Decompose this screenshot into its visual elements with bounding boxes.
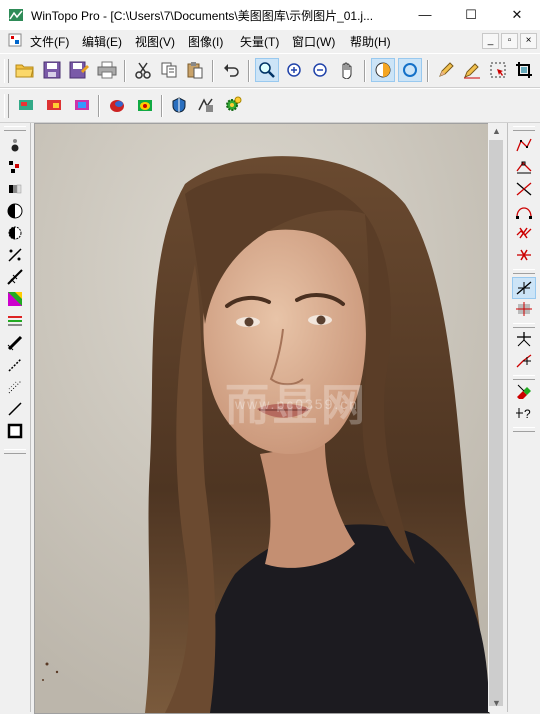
window-title: WinTopo Pro - [C:\Users\7\Documents\美图图库… [31,9,374,23]
color-map-icon[interactable] [4,289,26,309]
zoom-icon[interactable] [255,58,279,82]
delete-line-icon[interactable] [513,223,535,243]
toolbar-grip[interactable] [4,126,26,131]
toolbar-separator [427,60,429,82]
color-fill-icon[interactable] [133,93,157,117]
contrast-icon[interactable] [4,201,26,221]
diagonal-tool-icon[interactable] [4,267,26,287]
vectorize-icon[interactable] [194,93,218,117]
thin-icon[interactable] [167,93,191,117]
app-icon [9,9,23,21]
help-node-icon[interactable]: ? [513,403,535,423]
eraser-pencil-icon[interactable] [460,58,484,82]
toolbar-separator [364,60,366,82]
view-raster-icon[interactable] [371,58,395,82]
menu-help[interactable]: 帮助(H) [350,33,391,50]
dashed-line-icon[interactable] [4,355,26,375]
copy-icon[interactable] [157,58,181,82]
mdi-minimize-button[interactable]: _ [482,33,499,49]
solid-line-icon[interactable] [4,399,26,419]
color-bars-icon[interactable] [4,311,26,331]
move-node-icon[interactable] [513,299,535,319]
delete-nodes-icon[interactable] [513,245,535,265]
raster-toolbar [0,88,540,123]
toolbar-divider [4,449,26,454]
scroll-up-arrow-icon[interactable]: ▲ [488,123,505,140]
frame-icon[interactable] [4,421,26,441]
raster-tool-2-icon[interactable] [42,93,66,117]
scroll-thumb[interactable] [489,140,503,706]
cut-icon[interactable] [131,58,155,82]
toolbar-grip[interactable] [513,126,535,131]
raster-tool-3-icon[interactable] [70,93,94,117]
select-area-icon[interactable] [486,58,510,82]
save-as-icon[interactable] [67,58,91,82]
image-canvas[interactable]: 而显网 www.pc0359.cn [34,123,490,714]
save-icon[interactable] [40,58,64,82]
vertical-scrollbar[interactable]: ▲ ▼ [488,123,505,712]
minimize-button[interactable]: — [402,0,448,30]
main-toolbar [0,53,540,88]
line-tool-icon[interactable] [4,245,26,265]
right-toolbar: ? [507,123,540,712]
toolbar-separator [161,95,163,117]
view-vector-icon[interactable] [398,58,422,82]
zoom-out-icon[interactable] [308,58,332,82]
toolbar-separator [248,60,250,82]
document-icon [8,33,22,47]
close-button[interactable]: ✕ [494,0,540,30]
cross-lines-icon[interactable] [513,179,535,199]
toolbar-separator [98,95,100,117]
scroll-down-arrow-icon[interactable]: ▼ [488,695,505,712]
arc-icon[interactable] [513,201,535,221]
zoom-in-icon[interactable] [282,58,306,82]
print-icon[interactable] [95,58,119,82]
crop-icon[interactable] [512,58,536,82]
title-bar: WinTopo Pro - [C:\Users\7\Documents\美图图库… [0,0,540,31]
toolbar-separator [212,60,214,82]
threshold-icon[interactable] [4,179,26,199]
polyline-icon[interactable] [513,135,535,155]
mdi-restore-button[interactable]: ▫ [501,33,518,49]
color-pick-icon[interactable] [513,381,535,401]
toolbar-divider [513,375,535,380]
menu-edit[interactable]: 编辑(E) [82,33,122,50]
toolbar-divider [513,427,535,432]
menu-file[interactable]: 文件(F) [30,33,69,50]
add-node-icon[interactable] [513,351,535,371]
toolbar-grip[interactable] [4,59,9,83]
raster-tool-1-icon[interactable] [14,93,38,117]
menu-vector[interactable]: 矢量(T) [240,33,279,50]
dotted-line-icon[interactable] [4,377,26,397]
pencil-icon[interactable] [434,58,458,82]
join-lines-icon[interactable] [513,329,535,349]
thick-line-icon[interactable] [4,333,26,353]
select-vector-icon[interactable] [512,277,536,299]
toolbar-divider [513,269,535,274]
color-layers-icon[interactable] [105,93,129,117]
half-tone-icon[interactable] [4,223,26,243]
toolbar-separator [124,60,126,82]
mdi-close-button[interactable]: × [520,33,537,49]
pan-hand-icon[interactable] [335,58,359,82]
undo-icon[interactable] [219,58,243,82]
node-edit-icon[interactable] [513,157,535,177]
maximize-button[interactable]: ☐ [448,0,494,30]
menu-view[interactable]: 视图(V) [135,33,175,50]
pixel-edit-icon[interactable] [4,157,26,177]
svg-text:?: ? [524,407,531,421]
menu-bar: 文件(F) 编辑(E) 视图(V) 图像(I) 矢量(T) 窗口(W) 帮助(H… [0,30,540,50]
menu-window[interactable]: 窗口(W) [292,33,335,50]
open-folder-icon[interactable] [13,58,37,82]
watermark-url: www.pc0359.cn [235,396,360,412]
toolbar-grip[interactable] [4,94,9,118]
dot-brush-icon[interactable] [4,135,26,155]
settings-gear-icon[interactable] [221,93,245,117]
paste-icon[interactable] [183,58,207,82]
toolbar-divider [513,323,535,328]
left-toolbar [0,123,31,712]
menu-image[interactable]: 图像(I) [188,33,223,50]
